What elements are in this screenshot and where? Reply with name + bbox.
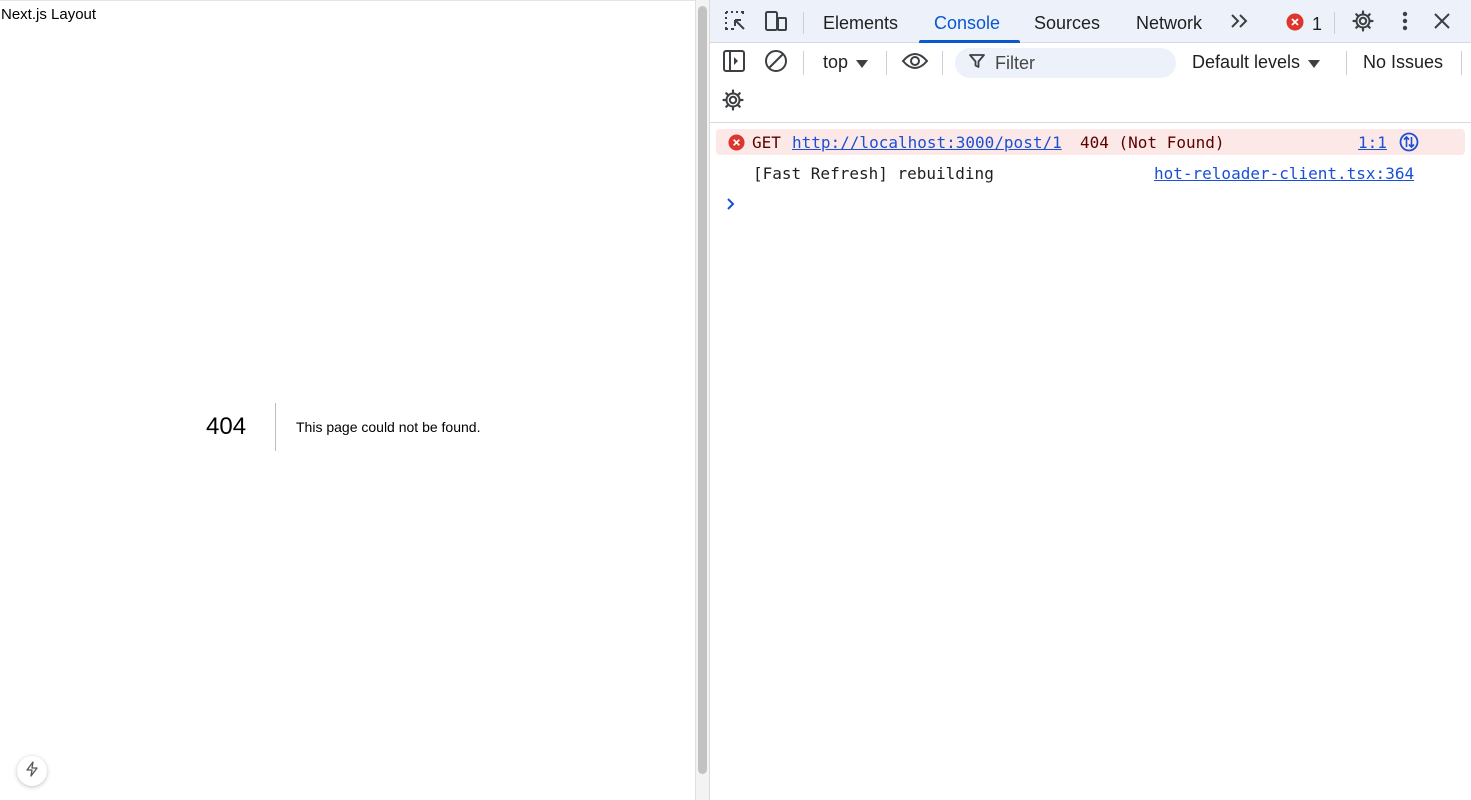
toolbar-separator — [1461, 51, 1462, 75]
clear-console-button[interactable] — [763, 49, 789, 78]
issues-button[interactable]: No Issues — [1363, 52, 1443, 73]
kebab-menu-icon — [1402, 11, 1408, 36]
console-error-message[interactable]: GET http://localhost:3000/post/1 404 (No… — [716, 129, 1465, 155]
dropdown-triangle-icon — [856, 52, 869, 73]
tab-elements[interactable]: Elements — [823, 13, 898, 34]
clear-circle-slash-icon — [764, 49, 788, 78]
show-sidebar-button[interactable] — [721, 49, 747, 78]
devtools-settings-button[interactable] — [1350, 9, 1376, 38]
device-toggle-icon — [763, 9, 789, 38]
tab-bar-separator — [803, 12, 804, 34]
eye-icon — [901, 51, 929, 76]
devtools-tab-bar: Elements Console Sources Network 1 — [710, 0, 1471, 43]
context-selector[interactable]: top — [823, 52, 869, 73]
toolbar-separator — [886, 51, 887, 75]
gear-icon — [721, 88, 745, 117]
console-log-message[interactable]: [Fast Refresh] rebuilding hot-reloader-c… — [716, 160, 1465, 186]
error-count-badge[interactable]: 1 — [1286, 13, 1322, 36]
toolbar-separator — [942, 51, 943, 75]
log-text: [Fast Refresh] rebuilding — [753, 164, 994, 183]
close-icon — [1433, 12, 1451, 35]
toolbar-separator — [803, 51, 804, 75]
close-devtools-button[interactable] — [1429, 10, 1455, 36]
console-prompt[interactable] — [726, 196, 736, 215]
chevron-right-icon — [726, 196, 736, 215]
not-found-message: This page could not be found. — [296, 419, 481, 435]
console-messages: GET http://localhost:3000/post/1 404 (No… — [710, 124, 1471, 800]
more-options-button[interactable] — [1392, 10, 1418, 36]
tab-network[interactable]: Network — [1136, 13, 1202, 34]
log-levels-selector[interactable]: Default levels — [1192, 52, 1321, 73]
error-count: 1 — [1312, 14, 1323, 34]
console-settings-button[interactable] — [720, 88, 746, 117]
page-viewport: Next.js Layout 404 This page could not b… — [0, 0, 695, 800]
devtools-panel: Elements Console Sources Network 1 top F… — [710, 0, 1471, 800]
error-method: GET — [752, 133, 781, 152]
network-request-icon[interactable] — [1399, 132, 1419, 156]
inspect-element-icon — [723, 9, 747, 38]
not-found-code: 404 — [206, 413, 247, 440]
error-status: 404 (Not Found) — [1080, 133, 1225, 152]
toolbar-separator — [1346, 51, 1347, 75]
page-title: Next.js Layout — [1, 6, 97, 23]
scrollbar-thumb[interactable] — [698, 6, 707, 774]
gear-icon — [1351, 9, 1375, 38]
double-chevron-right-icon — [1229, 12, 1251, 35]
more-tabs-button[interactable] — [1227, 10, 1253, 36]
device-toolbar-button[interactable] — [763, 10, 789, 36]
log-levels-value: Default levels — [1192, 52, 1301, 72]
console-toolbar: top Default levels — [710, 43, 1471, 123]
live-expression-button[interactable] — [901, 50, 929, 76]
inspect-element-button[interactable] — [722, 10, 748, 36]
filter-funnel-icon — [969, 53, 985, 74]
log-source-link[interactable]: hot-reloader-client.tsx:364 — [1154, 164, 1414, 183]
filter-input[interactable] — [995, 52, 1165, 74]
nextjs-dev-indicator-button[interactable] — [17, 756, 47, 786]
console-filter[interactable] — [955, 48, 1176, 78]
error-circle-icon — [728, 134, 745, 155]
lightning-bolt-icon — [25, 760, 39, 782]
tab-bar-separator — [1334, 12, 1335, 34]
error-url-link[interactable]: http://localhost:3000/post/1 — [792, 133, 1062, 152]
issues-label: No Issues — [1363, 52, 1444, 72]
not-found-divider — [275, 403, 276, 451]
dropdown-triangle-icon — [1308, 52, 1321, 73]
error-circle-icon — [1286, 13, 1304, 36]
tab-sources[interactable]: Sources — [1034, 13, 1100, 34]
devtools-splitter[interactable] — [695, 0, 710, 800]
tab-console[interactable]: Console — [934, 13, 1000, 34]
error-source-link[interactable]: 1:1 — [1358, 133, 1387, 152]
sidebar-toggle-icon — [722, 49, 746, 78]
context-value: top — [823, 52, 849, 72]
